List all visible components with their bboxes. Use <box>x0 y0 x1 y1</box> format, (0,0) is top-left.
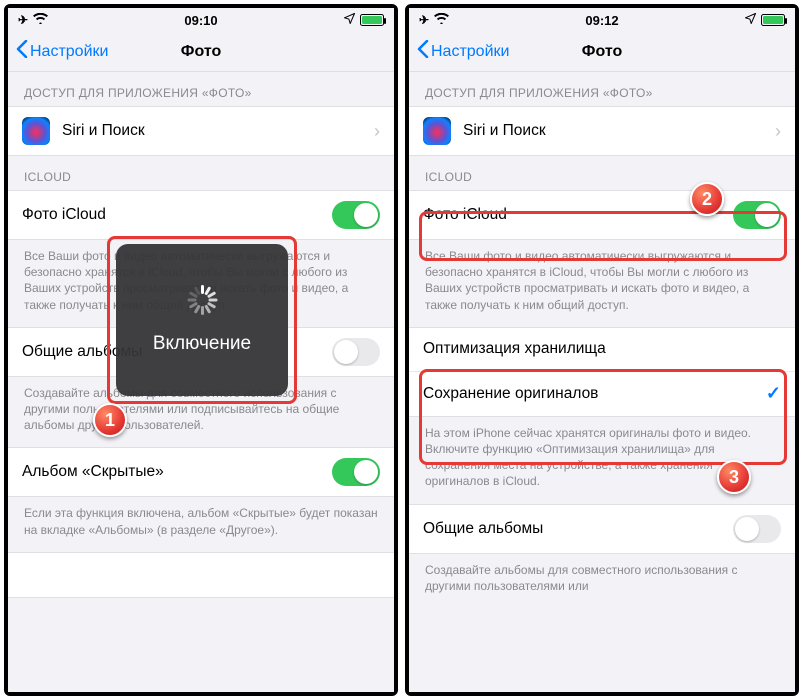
hidden-album-label: Альбом «Скрытые» <box>22 463 164 481</box>
battery-icon <box>761 14 785 26</box>
chevron-left-icon <box>16 40 28 63</box>
back-label: Настройки <box>30 43 108 61</box>
section-icloud: ICLOUD <box>409 156 795 190</box>
status-time: 09:12 <box>409 13 795 28</box>
shared-footer: Создавайте альбомы для совместного испол… <box>409 554 795 594</box>
chevron-right-icon: › <box>374 121 380 142</box>
wifi-icon <box>434 13 449 27</box>
optimize-label: Оптимизация хранилища <box>423 340 606 358</box>
row-icloud-photo[interactable]: Фото iCloud <box>8 191 394 239</box>
airplane-icon: ✈︎ <box>18 13 28 27</box>
nav-header: Настройки Фото <box>409 32 795 72</box>
hidden-album-toggle[interactable] <box>332 458 380 486</box>
hud-label: Включение <box>153 333 251 355</box>
status-bar: ✈︎ 09:12 <box>409 8 795 32</box>
chevron-right-icon: › <box>775 121 781 142</box>
row-siri-search[interactable]: Siri и Поиск › <box>409 107 795 155</box>
status-bar: ✈︎ 09:10 <box>8 8 394 32</box>
back-button[interactable]: Настройки <box>417 40 509 63</box>
badge-2: 2 <box>690 182 724 216</box>
icloud-photo-label: Фото iCloud <box>22 206 106 224</box>
icloud-photo-toggle[interactable] <box>332 201 380 229</box>
section-app-access: ДОСТУП ДЛЯ ПРИЛОЖЕНИЯ «ФОТО» <box>8 72 394 106</box>
status-time: 09:10 <box>8 13 394 28</box>
icloud-photo-toggle[interactable] <box>733 201 781 229</box>
location-icon <box>344 13 355 27</box>
row-shared-albums[interactable]: Общие альбомы <box>409 505 795 553</box>
siri-icon <box>22 117 50 145</box>
screenshot-right: ✈︎ 09:12 Настройки Фото <box>405 4 799 696</box>
loading-hud: Включение <box>116 244 288 396</box>
back-label: Настройки <box>431 43 509 61</box>
wifi-icon <box>33 13 48 27</box>
nav-header: Настройки Фото <box>8 32 394 72</box>
row-optimize-storage[interactable]: Оптимизация хранилища <box>409 328 795 372</box>
row-cut-bottom[interactable] <box>8 553 394 597</box>
hidden-footer: Если эта функция включена, альбом «Скрыт… <box>8 497 394 537</box>
icloud-photo-label: Фото iCloud <box>423 206 507 224</box>
siri-label: Siri и Поиск <box>62 122 145 140</box>
section-icloud: ICLOUD <box>8 156 394 190</box>
row-siri-search[interactable]: Siri и Поиск › <box>8 107 394 155</box>
screenshot-left: ✈︎ 09:10 Настройки Фото <box>4 4 398 696</box>
badge-1: 1 <box>93 403 127 437</box>
keep-originals-label: Сохранение оригиналов <box>423 385 598 403</box>
badge-3: 3 <box>717 460 751 494</box>
icloud-footer: Все Ваши фото и видео автоматически выгр… <box>409 240 795 313</box>
shared-albums-toggle[interactable] <box>733 515 781 543</box>
siri-label: Siri и Поиск <box>463 122 546 140</box>
chevron-left-icon <box>417 40 429 63</box>
row-keep-originals[interactable]: Сохранение оригиналов ✓ <box>409 372 795 416</box>
siri-icon <box>423 117 451 145</box>
back-button[interactable]: Настройки <box>16 40 108 63</box>
airplane-icon: ✈︎ <box>419 13 429 27</box>
shared-albums-toggle[interactable] <box>332 338 380 366</box>
checkmark-icon: ✓ <box>766 383 781 404</box>
shared-albums-label: Общие альбомы <box>423 520 543 538</box>
battery-icon <box>360 14 384 26</box>
section-app-access: ДОСТУП ДЛЯ ПРИЛОЖЕНИЯ «ФОТО» <box>409 72 795 106</box>
row-hidden-album[interactable]: Альбом «Скрытые» <box>8 448 394 496</box>
spinner-icon <box>187 285 217 315</box>
row-icloud-photo[interactable]: Фото iCloud <box>409 191 795 239</box>
location-icon <box>745 13 756 27</box>
